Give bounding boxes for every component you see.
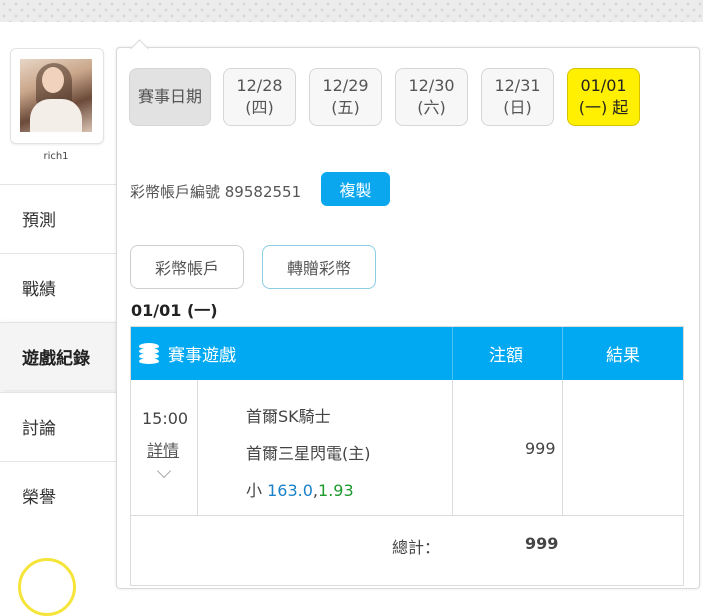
sidebar-item-label: 戰績 — [22, 280, 56, 300]
total-label: 總計： — [392, 538, 441, 557]
date-filter-label: 賽事日期 — [129, 68, 211, 126]
date-button-1228[interactable]: 12/28 (四) — [223, 68, 296, 126]
bet-odds: 1.93 — [318, 481, 354, 500]
bet-history-table: 賽事遊戲 注額 結果 15:00 詳情 首爾SK騎士 首爾三星閃電(主) 小 1… — [130, 326, 684, 586]
day-heading: 01/01 (一) — [131, 301, 218, 320]
total-value: 999 — [525, 534, 559, 553]
badge-ring-icon — [18, 558, 76, 616]
bet-line: 163.0 — [267, 481, 313, 500]
chevron-down-icon[interactable] — [156, 463, 172, 479]
top-pattern-band — [0, 0, 703, 22]
avatar[interactable] — [20, 59, 92, 132]
column-header-amount: 注額 — [489, 346, 523, 366]
sidebar-item-label: 遊戲紀錄 — [22, 349, 90, 369]
date-button-1229[interactable]: 12/29 (五) — [309, 68, 382, 126]
coin-stack-icon — [139, 343, 159, 365]
bet-selection: 小 163.0,1.93 — [246, 481, 354, 500]
sidebar-item-record[interactable]: 戰績 — [0, 253, 116, 321]
sidebar-item-label: 討論 — [22, 419, 56, 439]
tab-transfer-coins[interactable]: 轉贈彩幣 — [262, 245, 376, 289]
column-header-game: 賽事遊戲 — [168, 346, 236, 366]
date-button-1231[interactable]: 12/31 (日) — [481, 68, 554, 126]
sidebar-item-predict[interactable]: 預測 — [0, 184, 116, 252]
sidebar-item-label: 預測 — [22, 211, 56, 231]
sidebar-item-label: 榮譽 — [22, 488, 56, 508]
table-header: 賽事遊戲 注額 結果 — [131, 327, 683, 380]
team-away: 首爾SK騎士 — [246, 407, 331, 426]
bet-amount: 999 — [525, 439, 556, 458]
account-number: 彩幣帳戶編號 89582551 — [130, 183, 302, 201]
column-header-result: 結果 — [606, 346, 640, 366]
details-link[interactable]: 詳情 — [147, 437, 179, 461]
tab-coin-account[interactable]: 彩幣帳戶 — [130, 245, 244, 289]
team-home: 首爾三星閃電(主) — [246, 444, 371, 463]
username: rich1 — [43, 151, 69, 162]
date-button-0101-selected[interactable]: 01/01 (一) 起 — [567, 68, 640, 126]
match-time: 15:00 — [142, 409, 189, 428]
date-button-1230[interactable]: 12/30 (六) — [395, 68, 468, 126]
sidebar-item-game-history[interactable]: 遊戲紀錄 — [0, 322, 118, 390]
sidebar-item-discussion[interactable]: 討論 — [0, 392, 116, 460]
copy-button[interactable]: 複製 — [321, 172, 390, 206]
sidebar-item-honor[interactable]: 榮譽 — [0, 461, 116, 529]
avatar-frame[interactable] — [10, 48, 104, 144]
